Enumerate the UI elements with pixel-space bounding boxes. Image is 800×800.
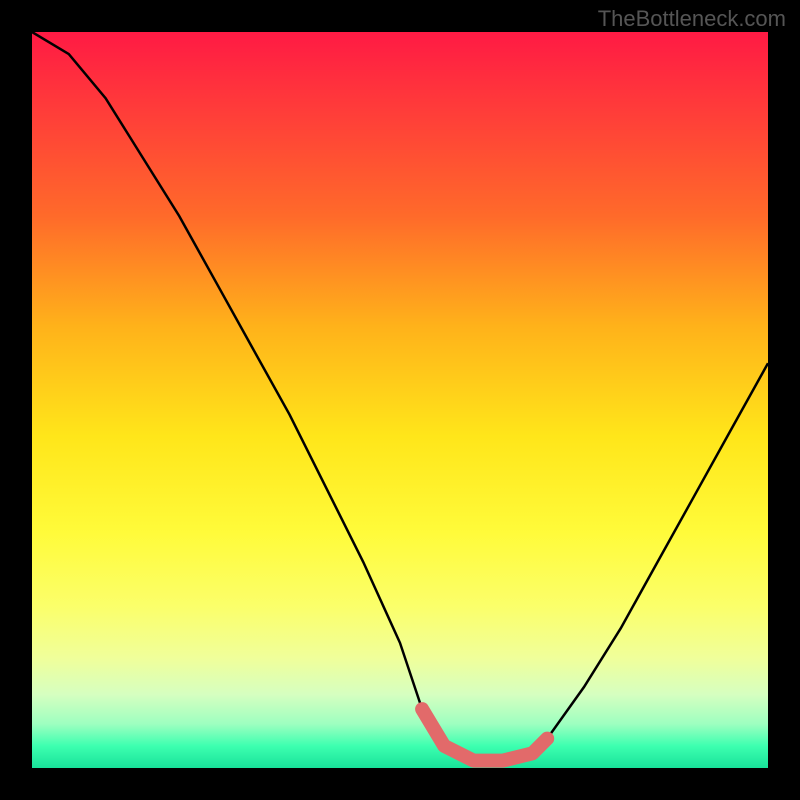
- chart-frame: TheBottleneck.com: [0, 0, 800, 800]
- bottleneck-curve: [32, 32, 768, 761]
- curve-svg: [32, 32, 768, 768]
- plot-area: [32, 32, 768, 768]
- optimal-zone-marker: [422, 709, 547, 761]
- watermark-text: TheBottleneck.com: [598, 6, 786, 32]
